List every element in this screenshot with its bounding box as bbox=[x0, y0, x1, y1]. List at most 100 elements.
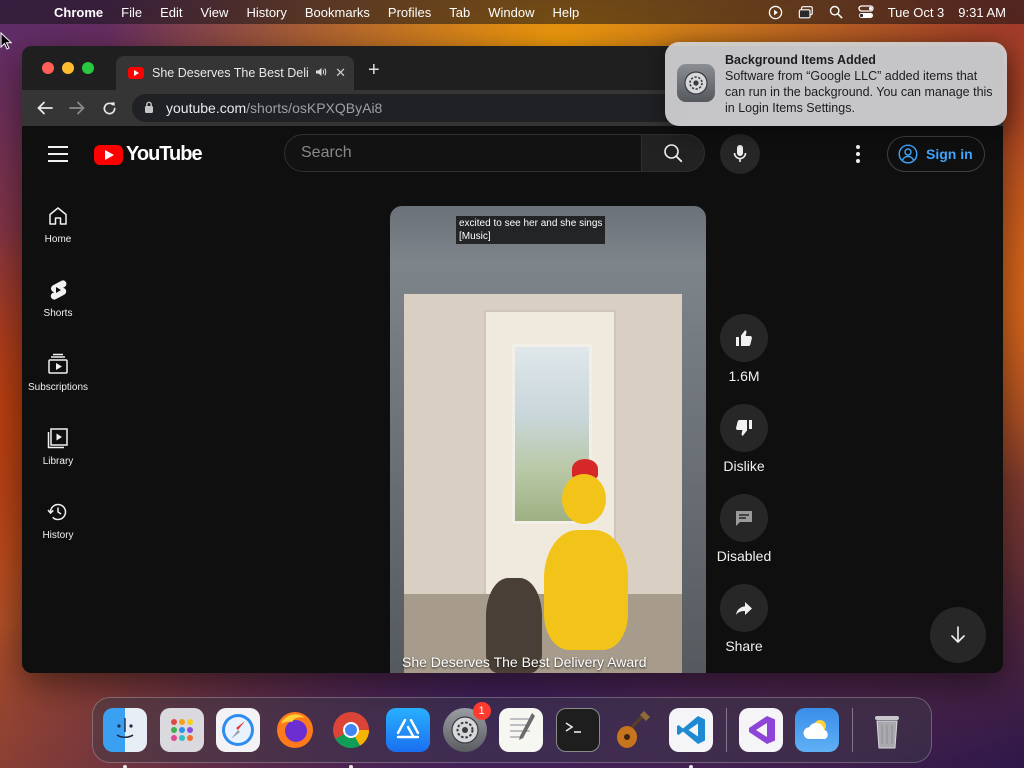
sign-in-button[interactable]: Sign in bbox=[887, 136, 985, 172]
dock-app-store-icon[interactable] bbox=[385, 708, 430, 752]
audio-playing-icon[interactable] bbox=[315, 67, 327, 80]
more-options-icon[interactable] bbox=[848, 142, 868, 166]
thumbs-up-icon bbox=[736, 330, 752, 346]
guide-label-shorts: Shorts bbox=[43, 308, 73, 319]
dock-launchpad-icon[interactable] bbox=[159, 708, 204, 752]
search-icon bbox=[664, 144, 683, 163]
dock-visual-studio-icon[interactable] bbox=[738, 708, 783, 752]
shorts-icon bbox=[50, 280, 67, 300]
like-button[interactable] bbox=[720, 314, 768, 362]
notification-text: Background Items Added Software from “Go… bbox=[725, 52, 995, 118]
background-items-notification[interactable]: Background Items Added Software from “Go… bbox=[665, 42, 1007, 126]
system-settings-gear-icon bbox=[677, 64, 715, 102]
menu-profiles[interactable]: Profiles bbox=[388, 5, 431, 20]
shorts-actions: 1.6M Dislike Disabled Share bbox=[716, 314, 772, 673]
dock: 1 bbox=[92, 697, 932, 768]
menu-help[interactable]: Help bbox=[553, 5, 580, 20]
menu-bookmarks[interactable]: Bookmarks bbox=[305, 5, 370, 20]
address-bar[interactable]: youtube.com /shorts/osKPXQByAi8 bbox=[132, 94, 692, 122]
guide-label-home: Home bbox=[44, 234, 72, 245]
minimize-window-button[interactable] bbox=[62, 62, 74, 74]
notification-title: Background Items Added bbox=[725, 53, 876, 67]
search-input[interactable]: Search bbox=[284, 134, 642, 172]
menu-view[interactable]: View bbox=[200, 5, 228, 20]
dislike-button[interactable] bbox=[720, 404, 768, 452]
guide-label-library: Library bbox=[42, 456, 74, 467]
back-button[interactable] bbox=[32, 95, 58, 121]
new-tab-button[interactable]: + bbox=[368, 60, 380, 80]
share-button[interactable] bbox=[720, 584, 768, 632]
search-placeholder: Search bbox=[301, 144, 352, 161]
history-icon bbox=[47, 503, 67, 521]
guide-item-subscriptions[interactable]: Subscriptions bbox=[22, 344, 94, 418]
dock-separator bbox=[725, 708, 727, 752]
youtube-favicon-icon bbox=[128, 67, 144, 79]
comments-button[interactable] bbox=[720, 494, 768, 542]
play-status-icon[interactable] bbox=[768, 4, 784, 20]
dislike-action: Dislike bbox=[716, 404, 772, 474]
menu-file[interactable]: File bbox=[121, 5, 142, 20]
video-title[interactable]: She Deserves The Best Delivery Award bbox=[402, 654, 647, 670]
menu-edit[interactable]: Edit bbox=[160, 5, 182, 20]
guide-item-shorts[interactable]: Shorts bbox=[22, 270, 94, 344]
dock-trash-icon[interactable] bbox=[865, 708, 909, 752]
guide-item-home[interactable]: Home bbox=[22, 196, 94, 270]
dock-separator bbox=[851, 708, 853, 752]
spotlight-search-icon[interactable] bbox=[828, 4, 844, 20]
close-window-button[interactable] bbox=[42, 62, 54, 74]
lock-icon[interactable] bbox=[144, 101, 158, 116]
menu-window[interactable]: Window bbox=[488, 5, 534, 20]
guide-item-history[interactable]: History bbox=[22, 492, 94, 566]
voice-search-button[interactable] bbox=[720, 134, 760, 174]
browser-tab[interactable]: She Deserves The Best Delivery Award ✕ bbox=[116, 56, 354, 90]
guide-item-library[interactable]: Library bbox=[22, 418, 94, 492]
guide-label-subscriptions: Subscriptions bbox=[27, 382, 89, 393]
closed-captions: excited to see her and she sings [Music] bbox=[456, 216, 606, 244]
menu-hamburger-icon[interactable] bbox=[48, 146, 68, 162]
menu-history[interactable]: History bbox=[246, 5, 286, 20]
dock-safari-icon[interactable] bbox=[216, 708, 261, 752]
dock-instruments-icon[interactable] bbox=[612, 708, 656, 752]
dock-firefox-icon[interactable] bbox=[273, 708, 317, 752]
video-scene-doorway bbox=[404, 294, 682, 673]
menu-tab[interactable]: Tab bbox=[449, 5, 470, 20]
youtube-play-icon bbox=[94, 144, 123, 165]
search-button[interactable] bbox=[641, 134, 705, 172]
share-action: Share bbox=[716, 584, 772, 654]
like-action: 1.6M bbox=[716, 314, 772, 384]
share-label: Share bbox=[725, 638, 763, 654]
screen-mirroring-icon[interactable] bbox=[798, 4, 814, 20]
library-icon bbox=[47, 428, 68, 449]
menu-date[interactable]: Tue Oct 3 bbox=[888, 5, 945, 20]
next-video-button[interactable] bbox=[930, 607, 986, 663]
zoom-window-button[interactable] bbox=[82, 62, 94, 74]
arrow-down-icon bbox=[951, 626, 965, 644]
reload-button[interactable] bbox=[96, 95, 122, 121]
menu-time[interactable]: 9:31 AM bbox=[958, 5, 1006, 20]
video-scene-chicken-head bbox=[562, 474, 606, 524]
caption-line-1: excited to see her and she sings bbox=[459, 218, 603, 229]
tab-close-icon[interactable]: ✕ bbox=[335, 65, 346, 81]
caption-line-2: [Music] bbox=[459, 231, 491, 242]
url-path: /shorts/osKPXQByAi8 bbox=[246, 100, 383, 116]
guide-label-history: History bbox=[42, 530, 74, 541]
mouse-cursor-icon bbox=[0, 32, 12, 50]
forward-button[interactable] bbox=[64, 95, 90, 121]
account-circle-icon bbox=[898, 144, 918, 164]
menu-app-name[interactable]: Chrome bbox=[54, 5, 103, 20]
url-host: youtube.com bbox=[166, 100, 247, 116]
video-scene-chicken-costume bbox=[544, 530, 628, 650]
dock-finder-icon[interactable] bbox=[103, 708, 147, 768]
dock-chrome-icon[interactable] bbox=[329, 708, 373, 768]
dock-vscode-icon[interactable] bbox=[668, 708, 713, 768]
shorts-video-player[interactable]: excited to see her and she sings [Music]… bbox=[390, 206, 706, 673]
dock-terminal-icon[interactable] bbox=[555, 708, 600, 752]
dock-system-settings-icon[interactable]: 1 bbox=[442, 702, 491, 752]
notification-body: Software from “Google LLC” added items t… bbox=[725, 69, 993, 115]
comments-status: Disabled bbox=[716, 548, 772, 564]
dock-textedit-icon[interactable] bbox=[499, 708, 544, 752]
control-center-icon[interactable] bbox=[858, 4, 874, 20]
youtube-logo[interactable]: YouTube bbox=[94, 143, 203, 166]
tab-title: She Deserves The Best Delivery Award bbox=[152, 66, 309, 80]
dock-weather-icon[interactable] bbox=[795, 708, 840, 752]
